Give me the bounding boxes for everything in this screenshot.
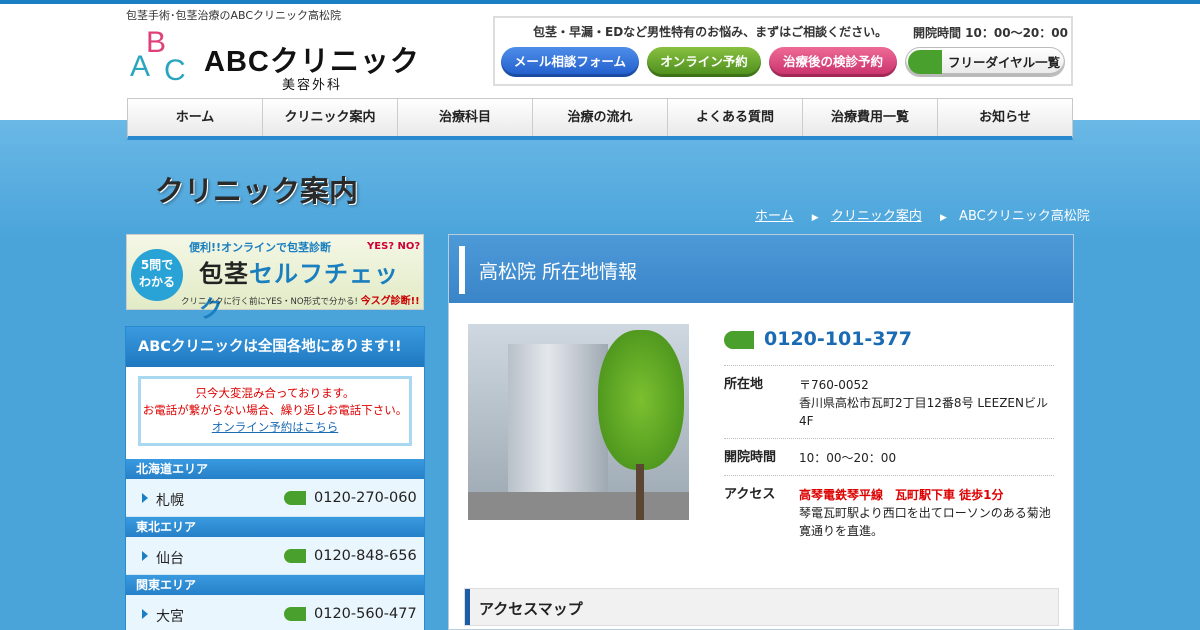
section-header-bar xyxy=(459,246,465,294)
breadcrumb: ホーム ▶ クリニック案内 ▶ ABCクリニック高松院 xyxy=(755,205,1090,224)
global-nav: ホーム クリニック案内 治療科目 治療の流れ よくある質問 治療費用一覧 お知ら… xyxy=(127,98,1073,140)
access-map-bar xyxy=(465,589,470,625)
arrow-icon xyxy=(142,493,148,503)
top-accent-bar xyxy=(0,0,1200,4)
header-tagline: 包茎手術･包茎治療のABCクリニック高松院 xyxy=(126,9,342,22)
busy-notice: 只今大変混み合っております。 お電話が繋がらない場合、繰り返しお電話下さい。 オ… xyxy=(138,376,412,446)
clinic-row-sapporo[interactable]: 札幌 0120-270-060 xyxy=(126,479,424,517)
arrow-icon xyxy=(142,609,148,619)
address-value: 〒760-0052 香川県高松市瓦町2丁目12番8号 LEEZENビル4F xyxy=(799,366,1054,438)
freedial-list-button[interactable]: フリーダイヤル一覧 xyxy=(905,47,1065,77)
nav-faq[interactable]: よくある質問 xyxy=(668,99,803,136)
banner-main-text: 包茎セルフチェック xyxy=(199,254,423,324)
banner-main-1: 包茎 xyxy=(199,260,249,288)
clinic-city: 仙台 xyxy=(156,551,184,567)
header-hours: 開院時間 10：00～20：00 xyxy=(913,26,1068,40)
road-shape xyxy=(468,492,689,520)
nav-news[interactable]: お知らせ xyxy=(938,99,1072,136)
hours-row: 開院時間 10：00～20：00 xyxy=(724,439,1054,476)
nav-prices[interactable]: 治療費用一覧 xyxy=(803,99,938,136)
breadcrumb-current: ABCクリニック高松院 xyxy=(959,209,1090,224)
online-reservation-link[interactable]: オンライン予約はこちら xyxy=(212,420,339,434)
breadcrumb-arrow-icon: ▶ xyxy=(811,213,819,223)
breadcrumb-clinic[interactable]: クリニック案内 xyxy=(831,209,922,224)
freedial-icon xyxy=(284,607,306,621)
tree-trunk-shape xyxy=(636,464,644,520)
freedial-icon xyxy=(284,549,306,563)
banner-circle-badge: 5問で わかる xyxy=(131,249,183,301)
clinic-info: 0120-101-377 所在地 〒760-0052 香川県高松市瓦町2丁目12… xyxy=(724,324,1054,548)
notice-line2: お電話が繋がらない場合、繰り返しお電話下さい。 xyxy=(142,403,408,417)
nav-home[interactable]: ホーム xyxy=(128,99,263,136)
hours-label: 開院時間 xyxy=(724,450,777,465)
page-title: クリニック案内 xyxy=(155,174,359,208)
online-reservation-button[interactable]: オンライン予約 xyxy=(647,47,761,77)
banner-yes-no: YES? NO? xyxy=(367,241,421,252)
freedial-icon xyxy=(724,331,754,349)
address-label: 所在地 xyxy=(724,377,764,392)
breadcrumb-home[interactable]: ホーム xyxy=(755,209,794,224)
street-address: 香川県高松市瓦町2丁目12番8号 LEEZENビル4F xyxy=(799,396,1048,428)
sidebar-header: ABCクリニックは全国各地にあります!! xyxy=(126,327,424,367)
banner-circle-line2: わかる xyxy=(138,275,175,289)
area-header: 北海道エリア xyxy=(126,459,424,479)
section-header: 高松院 所在地情報 xyxy=(449,235,1073,303)
area-header: 関東エリア xyxy=(126,575,424,595)
nav-clinic[interactable]: クリニック案内 xyxy=(263,99,398,136)
mail-consult-button[interactable]: メール相談フォーム xyxy=(501,47,639,77)
banner-bottom-note: クリニックに行く前にYES・NO形式で分かる! xyxy=(181,297,358,307)
nav-treatments[interactable]: 治療科目 xyxy=(398,99,533,136)
header-contact-box: 包茎・早漏・EDなど男性特有のお悩み、まずはご相談ください。 開院時間 10：0… xyxy=(493,16,1073,86)
area-header: 東北エリア xyxy=(126,517,424,537)
sidebar-notice-wrap: 只今大変混み合っております。 お電話が繋がらない場合、繰り返しお電話下さい。 オ… xyxy=(126,367,424,459)
section-title: 高松院 所在地情報 xyxy=(479,261,638,283)
clinic-row-sendai[interactable]: 仙台 0120-848-656 xyxy=(126,537,424,575)
breadcrumb-arrow-icon: ▶ xyxy=(939,213,947,223)
clinic-tel: 0120-270-060 xyxy=(314,490,417,506)
header-message: 包茎・早漏・EDなど男性特有のお悩み、まずはご相談ください。 xyxy=(533,25,888,39)
self-check-banner[interactable]: 5問で わかる 便利!!オンラインで包茎診断 包茎セルフチェック YES? NO… xyxy=(126,234,424,323)
clinic-city: 札幌 xyxy=(156,493,184,509)
sidebar-clinics: ABCクリニックは全国各地にあります!! 只今大変混み合っております。 お電話が… xyxy=(125,326,425,630)
freedial-label: フリーダイヤル一覧 xyxy=(948,55,1061,70)
clinic-phone-number: 0120-101-377 xyxy=(764,328,912,350)
banner-cta: 今スグ診断!! xyxy=(360,296,420,307)
address-row: 所在地 〒760-0052 香川県高松市瓦町2丁目12番8号 LEEZENビル4… xyxy=(724,366,1054,439)
main-content: 高松院 所在地情報 0120-101-377 所在地 〒760-0052 香川県… xyxy=(448,234,1074,630)
access-station: 高琴電鉄琴平線 瓦町駅下車 徒歩1分 xyxy=(799,488,1004,502)
notice-line1: 只今大変混み合っております。 xyxy=(195,386,355,400)
access-directions: 琴電瓦町駅より西口を出てローソンのある菊池寛通りを直進。 xyxy=(799,506,1051,538)
arrow-icon xyxy=(142,551,148,561)
access-map-heading: アクセスマップ xyxy=(464,588,1059,626)
clinic-city: 大宮 xyxy=(156,609,184,625)
banner-bottom-text: クリニックに行く前にYES・NO形式で分かる! 今スグ診断!! xyxy=(181,292,420,307)
clinic-building-photo xyxy=(468,324,689,520)
banner-circle-line1: 5問で xyxy=(140,258,174,272)
freedial-icon xyxy=(284,491,306,505)
postal-code: 〒760-0052 xyxy=(799,378,869,392)
freedial-icon xyxy=(908,50,942,74)
nav-flow[interactable]: 治療の流れ xyxy=(533,99,668,136)
tree-shape xyxy=(598,330,684,470)
checkup-reservation-button[interactable]: 治療後の検診予約 xyxy=(769,47,897,77)
hours-value: 10：00～20：00 xyxy=(799,451,897,465)
access-label: アクセス xyxy=(724,487,776,502)
clinic-row-omiya[interactable]: 大宮 0120-560-477 xyxy=(126,595,424,630)
access-value: 高琴電鉄琴平線 瓦町駅下車 徒歩1分 琴電瓦町駅より西口を出てローソンのある菊池… xyxy=(799,476,1054,548)
clinic-tel: 0120-848-656 xyxy=(314,548,417,564)
tel-row[interactable]: 0120-101-377 xyxy=(724,324,1054,366)
access-row: アクセス 高琴電鉄琴平線 瓦町駅下車 徒歩1分 琴電瓦町駅より西口を出てローソン… xyxy=(724,476,1054,548)
access-map-title: アクセスマップ xyxy=(479,600,583,618)
clinic-tel: 0120-560-477 xyxy=(314,606,417,622)
abc-logo-mark: B A C xyxy=(130,26,186,87)
logo-subtitle: 美容外科 xyxy=(282,78,343,93)
clinic-logo[interactable]: B A C ABCクリニック 美容外科 xyxy=(128,26,428,93)
banner-top-text: 便利!!オンラインで包茎診断 xyxy=(189,241,332,254)
